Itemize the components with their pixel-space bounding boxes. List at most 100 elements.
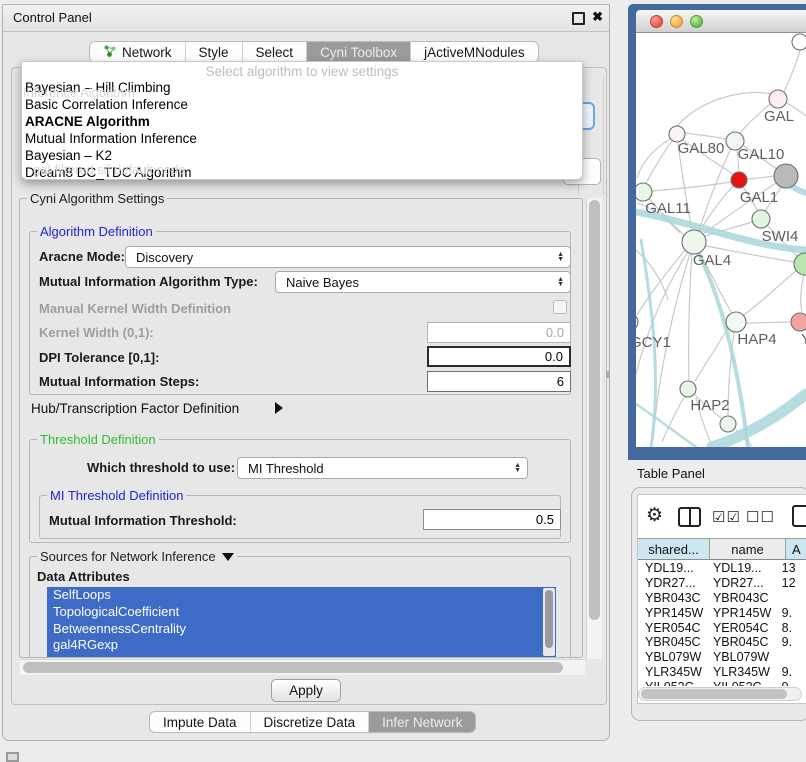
table-hscrollbar-track[interactable] (638, 687, 802, 701)
zoom-traffic-light-icon[interactable] (690, 15, 703, 28)
network-edge (746, 322, 790, 323)
settings-vscrollbar-track[interactable] (586, 198, 602, 659)
aracne-mode-label: Aracne Mode: (39, 249, 125, 264)
tab-network[interactable]: Network (90, 42, 185, 62)
mi-threshold-label: Mutual Information Threshold: (49, 513, 237, 528)
dpi-tolerance-field[interactable]: 0.0 (427, 346, 571, 367)
network-window-titlebar[interactable] (636, 10, 806, 33)
network-edge (784, 50, 800, 92)
network-canvas[interactable]: GALGAL80GAL10GAL1GAL11SWI4GAL4GCY1HAP4YH… (636, 33, 806, 447)
hap2-label: HAP2 (690, 397, 729, 414)
algorithm-popup-item[interactable]: Mutual Information Inference (22, 130, 582, 147)
network-edge (685, 133, 726, 139)
network-icon (103, 44, 117, 61)
select-all-checkboxes-icon[interactable]: ☑☑ (712, 510, 741, 525)
table-row[interactable]: YBL079WYBL079W (638, 650, 806, 665)
network-edge (747, 176, 774, 179)
data-attribute-item[interactable]: SelfLoops (47, 587, 556, 604)
network-edge (695, 328, 728, 381)
panel-splitter-handle[interactable] (606, 371, 610, 378)
network-edge (689, 254, 692, 380)
gal-upper-node[interactable] (769, 90, 787, 108)
mi-threshold-definition-legend: MI Threshold Definition (47, 488, 186, 503)
data-attribute-item[interactable]: BetweennessCentrality (47, 621, 556, 638)
minimize-traffic-light-icon[interactable] (670, 15, 683, 28)
gcy1-node[interactable] (636, 314, 638, 330)
gear-icon[interactable]: ⚙ (646, 506, 663, 525)
gal11-node[interactable] (636, 183, 652, 201)
gal1-node[interactable] (731, 172, 747, 188)
list-scrollbar-track[interactable] (543, 588, 555, 656)
tab-impute-data[interactable]: Impute Data (150, 712, 250, 732)
table-cell: YER054C (706, 621, 778, 635)
table-cell: YER054C (638, 621, 706, 635)
kernel-width-field[interactable]: 0.0 (427, 322, 571, 343)
mi-steps-label: Mutual Information Steps: (39, 374, 199, 389)
table-row[interactable]: YBR043CYBR043C (638, 591, 806, 606)
table-header-partial[interactable]: A (786, 538, 806, 560)
hap2-node[interactable] (680, 381, 696, 397)
column-view-icon[interactable] (678, 507, 701, 527)
table-header-name[interactable]: name (710, 538, 786, 560)
apply-button[interactable]: Apply (271, 679, 341, 702)
settings-hscrollbar-track[interactable] (20, 659, 585, 675)
data-attribute-item[interactable]: TopologicalCoefficient (47, 604, 556, 621)
mi-threshold-field[interactable]: 0.5 (423, 509, 561, 530)
green-bottom-node[interactable] (720, 416, 736, 432)
table-row[interactable]: YDR27...YDR27...12 (638, 576, 806, 591)
table-hscrollbar-thumb[interactable] (641, 689, 787, 699)
tab-infer-network[interactable]: Infer Network (368, 712, 475, 732)
expand-arrow-icon[interactable] (275, 402, 283, 414)
tab-label: jActiveMNodules (424, 45, 525, 60)
table-row[interactable]: YDL19...YDL19...13 (638, 561, 806, 576)
sources-legend-text[interactable]: Sources for Network Inference (40, 549, 216, 564)
close-traffic-light-icon[interactable] (650, 15, 663, 28)
table-row[interactable]: YLR345WYLR345W9. (638, 665, 806, 680)
pink-right-node[interactable] (791, 313, 806, 331)
mi-threshold-value: 0.5 (536, 512, 554, 527)
list-scrollbar-thumb[interactable] (545, 590, 553, 648)
table-body[interactable]: YDL19...YDL19...13YDR27...YDR27...12YBR0… (638, 561, 806, 686)
tab-jactivemnodules[interactable]: jActiveMNodules (410, 42, 538, 62)
combo-arrows-icon: ▲▼ (508, 463, 527, 473)
bottom-tab-bar: Impute DataDiscretize DataInfer Network (149, 711, 476, 733)
control-panel-titlebar[interactable]: Control Panel ✖ (3, 5, 609, 32)
table-cell: YBR045C (638, 635, 706, 649)
which-threshold-combobox[interactable]: MI Threshold ▲▼ (237, 457, 528, 479)
data-attributes-list[interactable]: SelfLoopsTopologicalCoefficientBetweenne… (47, 587, 556, 657)
table-row[interactable]: YBR045CYBR045C9. (638, 635, 806, 650)
control-panel-title: Control Panel (13, 10, 92, 25)
mi-steps-field[interactable]: 6 (427, 371, 571, 392)
data-attribute-item[interactable]: gal4RGexp (47, 637, 556, 654)
table-function-icon[interactable] (792, 505, 806, 527)
close-icon[interactable]: ✖ (592, 9, 603, 25)
settings-vscrollbar-thumb[interactable] (589, 200, 600, 620)
table-row[interactable]: YIL052CYIL052C9. (638, 679, 806, 686)
swi4-node[interactable] (752, 210, 770, 228)
tab-discretize-data[interactable]: Discretize Data (250, 712, 369, 732)
apply-button-label: Apply (289, 683, 323, 698)
collapse-arrow-icon[interactable] (222, 553, 234, 561)
manual-kernel-width-checkbox[interactable] (553, 300, 567, 314)
network-edge (652, 182, 731, 191)
deselect-all-checkboxes-icon[interactable]: ☐☐ (746, 510, 775, 525)
kernel-width-label: Kernel Width (0,1): (39, 325, 154, 340)
gal4-node[interactable] (682, 230, 706, 254)
node-top-partial-node[interactable] (792, 34, 806, 50)
hap4-node[interactable] (726, 312, 746, 332)
algorithm-popup-item[interactable]: ARACNE Algorithm (22, 113, 582, 130)
tab-select[interactable]: Select (242, 42, 307, 62)
gray-node-node[interactable] (774, 164, 798, 188)
float-window-icon[interactable] (572, 12, 585, 25)
collapsed-panel-icon[interactable] (6, 752, 19, 762)
mi-algorithm-type-combobox[interactable]: Naive Bayes ▲▼ (275, 271, 571, 293)
table-row[interactable]: YPR145WYPR145W9. (638, 605, 806, 620)
tab-cyni-toolbox[interactable]: Cyni Toolbox (306, 42, 410, 62)
table-header-shared-name[interactable]: shared... (638, 538, 710, 560)
table-row[interactable]: YER054CYER054C8. (638, 620, 806, 635)
aracne-mode-combobox[interactable]: Discovery ▲▼ (125, 246, 571, 268)
algorithm-popup-placeholder: Select algorithm to view settings (22, 62, 582, 79)
settings-hscrollbar-thumb[interactable] (23, 662, 563, 673)
tab-style[interactable]: Style (185, 42, 242, 62)
hub-tf-definition-label[interactable]: Hub/Transcription Factor Definition (31, 401, 239, 416)
